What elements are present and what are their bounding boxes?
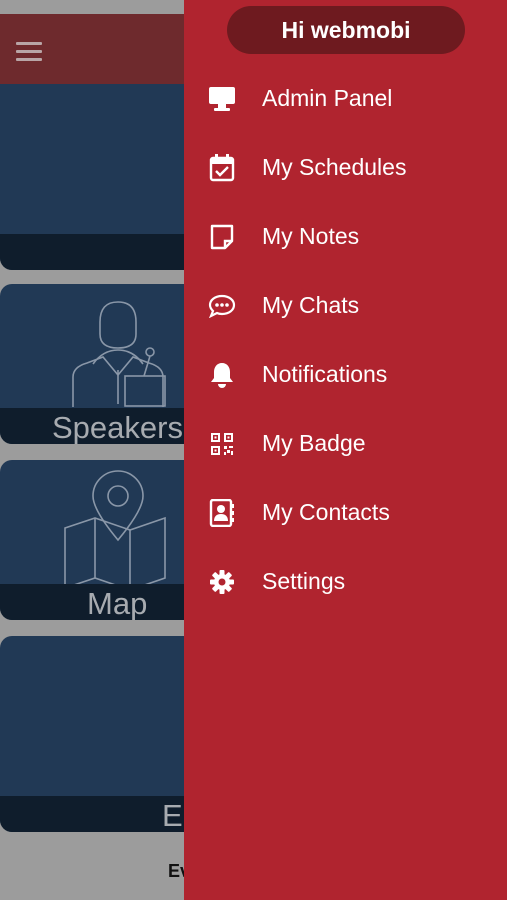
gear-icon xyxy=(208,568,236,596)
chat-bubble-icon xyxy=(208,292,236,320)
drawer-menu: Admin Panel My Schedules My Notes My Cha… xyxy=(184,64,507,616)
map-pin-icon xyxy=(64,470,166,588)
menu-label: My Chats xyxy=(262,292,360,318)
calendar-check-icon xyxy=(208,153,236,182)
note-icon xyxy=(208,223,236,251)
speaker-podium-icon xyxy=(72,301,166,407)
home-tile[interactable] xyxy=(0,84,200,270)
menu-item-notifications[interactable]: Notifications xyxy=(184,340,507,409)
speakers-tile[interactable]: Speakers xyxy=(0,284,200,444)
menu-label: Admin Panel xyxy=(262,85,393,111)
menu-item-my-chats[interactable]: My Chats xyxy=(184,271,507,340)
menu-label: My Notes xyxy=(262,223,360,249)
hamburger-menu-icon[interactable] xyxy=(16,42,42,62)
tile-label-bar xyxy=(0,234,200,270)
user-greeting[interactable]: Hi webmobi xyxy=(227,6,465,54)
menu-item-admin-panel[interactable]: Admin Panel xyxy=(184,64,507,133)
qr-code-icon xyxy=(208,430,236,458)
monitor-icon xyxy=(208,85,236,113)
tile-label-events: E xyxy=(162,798,183,832)
menu-label: My Badge xyxy=(262,430,366,456)
menu-label: My Schedules xyxy=(262,154,407,180)
events-tile[interactable]: E xyxy=(0,636,200,832)
tile-label-map: Map xyxy=(87,586,148,620)
menu-item-my-badge[interactable]: My Badge xyxy=(184,409,507,478)
menu-item-my-contacts[interactable]: My Contacts xyxy=(184,478,507,547)
bell-icon xyxy=(208,361,236,389)
menu-label: Settings xyxy=(262,568,346,594)
tile-label-speakers: Speakers xyxy=(52,410,183,444)
menu-item-settings[interactable]: Settings xyxy=(184,547,507,616)
map-tile[interactable]: Map xyxy=(0,460,200,620)
menu-label: Notifications xyxy=(262,361,388,387)
menu-item-my-notes[interactable]: My Notes xyxy=(184,202,507,271)
menu-label: My Contacts xyxy=(262,499,390,525)
contact-book-icon xyxy=(208,498,236,527)
navigation-drawer: Hi webmobi Admin Panel My Schedules My N… xyxy=(184,0,507,900)
menu-item-my-schedules[interactable]: My Schedules xyxy=(184,133,507,202)
